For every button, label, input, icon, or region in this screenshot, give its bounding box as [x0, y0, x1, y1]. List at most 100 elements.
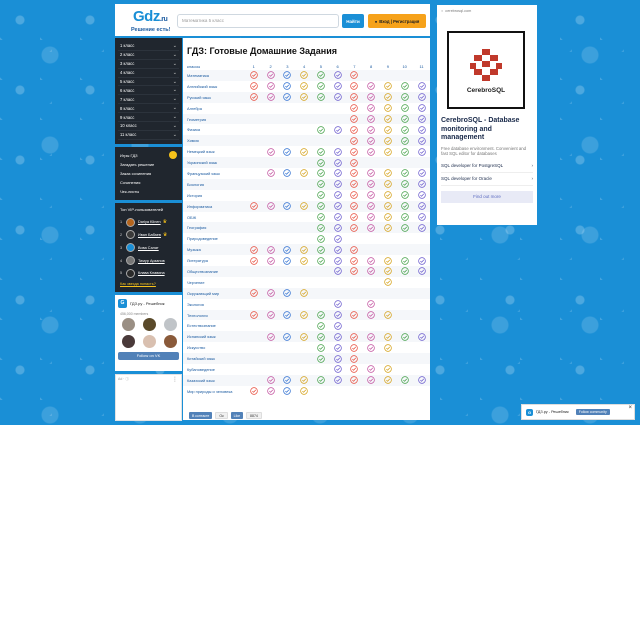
grade-cell[interactable] — [329, 331, 346, 342]
grade-cell[interactable] — [296, 288, 313, 299]
grade-cell[interactable] — [380, 342, 397, 353]
grade-cell[interactable] — [413, 255, 430, 266]
grade-cell[interactable] — [329, 266, 346, 277]
grade-cell[interactable] — [329, 212, 346, 223]
grade-cell[interactable] — [413, 375, 430, 386]
grade-cell[interactable] — [363, 266, 380, 277]
grade-cell[interactable] — [329, 146, 346, 157]
grade-cell[interactable] — [413, 103, 430, 114]
subject-name[interactable]: Литература — [183, 255, 245, 266]
grade-cell[interactable] — [396, 212, 413, 223]
grade-cell[interactable] — [380, 92, 397, 103]
grade-cell[interactable] — [296, 244, 313, 255]
grade-cell[interactable] — [363, 255, 380, 266]
right-ad[interactable]: ○ cerebrosql.com CerebroSQL CerebroSQL -… — [437, 5, 537, 225]
subject-name[interactable]: Обществознание — [183, 266, 245, 277]
sidebar-grade-item[interactable]: 7 класс ⌄ — [118, 95, 179, 105]
grade-cell[interactable] — [346, 222, 363, 233]
grade-cell[interactable] — [396, 92, 413, 103]
grade-cell[interactable] — [312, 146, 329, 157]
subject-name[interactable]: Геометрия — [183, 114, 245, 125]
grade-cell[interactable] — [346, 342, 363, 353]
grade-number-header[interactable]: 1 — [245, 62, 262, 70]
grade-cell[interactable] — [296, 255, 313, 266]
grade-cell[interactable] — [413, 179, 430, 190]
grade-cell[interactable] — [329, 244, 346, 255]
grade-cell[interactable] — [279, 386, 296, 397]
subject-name[interactable]: Испанский язык — [183, 331, 245, 342]
grade-cell[interactable] — [245, 255, 262, 266]
grade-cell[interactable] — [363, 342, 380, 353]
subject-name[interactable]: Черчение — [183, 277, 245, 288]
grade-cell[interactable] — [296, 375, 313, 386]
grade-cell[interactable] — [312, 244, 329, 255]
grade-cell[interactable] — [329, 255, 346, 266]
grade-cell[interactable] — [329, 168, 346, 179]
grade-cell[interactable] — [413, 212, 430, 223]
grade-cell[interactable] — [279, 168, 296, 179]
grade-cell[interactable] — [413, 81, 430, 92]
grade-cell[interactable] — [380, 146, 397, 157]
search-button[interactable]: Найти — [342, 14, 364, 28]
subject-name[interactable]: Технология — [183, 310, 245, 321]
grade-cell[interactable] — [245, 310, 262, 321]
avatar[interactable] — [122, 334, 135, 348]
grade-cell[interactable] — [262, 310, 279, 321]
grade-cell[interactable] — [413, 92, 430, 103]
grade-cell[interactable] — [329, 222, 346, 233]
sidebar-grade-item[interactable]: 6 класс ⌄ — [118, 86, 179, 96]
grade-cell[interactable] — [380, 135, 397, 146]
grade-cell[interactable] — [363, 201, 380, 212]
grade-cell[interactable] — [262, 244, 279, 255]
grade-cell[interactable] — [346, 310, 363, 321]
grade-cell[interactable] — [329, 353, 346, 364]
grade-cell[interactable] — [380, 190, 397, 201]
subject-name[interactable]: История — [183, 190, 245, 201]
ad-link[interactable]: SQL developer for Oracle › — [441, 173, 533, 186]
sidebar-grade-item[interactable]: 2 класс ⌄ — [118, 51, 179, 60]
grade-cell[interactable] — [279, 70, 296, 81]
grade-cell[interactable] — [363, 92, 380, 103]
site-logo[interactable]: Gdz.ru Решение есть! — [119, 6, 179, 34]
subject-name[interactable]: Природоведение — [183, 233, 245, 244]
grade-cell[interactable] — [296, 92, 313, 103]
grade-cell[interactable] — [262, 92, 279, 103]
grade-cell[interactable] — [312, 124, 329, 135]
grade-cell[interactable] — [312, 310, 329, 321]
grade-cell[interactable] — [262, 331, 279, 342]
grade-number-header[interactable]: 8 — [363, 62, 380, 70]
sidebar-grade-item[interactable]: 5 класс ⌄ — [118, 78, 179, 87]
grade-cell[interactable] — [279, 244, 296, 255]
sidebar-grade-item[interactable]: 4 класс ⌄ — [118, 69, 179, 78]
sidebar-extra-item[interactable]: Чек-листы — [118, 187, 179, 196]
sidebar-extra-item[interactable]: Игры ГДЗ — [118, 151, 179, 160]
subject-name[interactable]: Мир природы и человека — [183, 386, 245, 397]
grade-cell[interactable] — [363, 375, 380, 386]
grade-cell[interactable] — [279, 288, 296, 299]
grade-cell[interactable] — [380, 114, 397, 125]
grade-cell[interactable] — [380, 103, 397, 114]
grade-cell[interactable] — [363, 299, 380, 310]
subject-name[interactable]: Казахский язык — [183, 375, 245, 386]
grade-cell[interactable] — [380, 331, 397, 342]
grade-number-header[interactable]: 2 — [262, 62, 279, 70]
grade-cell[interactable] — [380, 81, 397, 92]
grade-cell[interactable] — [346, 92, 363, 103]
grade-cell[interactable] — [296, 146, 313, 157]
grade-cell[interactable] — [380, 168, 397, 179]
grade-cell[interactable] — [346, 201, 363, 212]
grade-cell[interactable] — [346, 244, 363, 255]
grade-cell[interactable] — [296, 168, 313, 179]
grade-cell[interactable] — [363, 114, 380, 125]
grade-cell[interactable] — [380, 375, 397, 386]
grade-cell[interactable] — [380, 310, 397, 321]
subject-name[interactable]: География — [183, 222, 245, 233]
grade-cell[interactable] — [262, 375, 279, 386]
sidebar-grade-item[interactable]: 8 класс ⌄ — [118, 104, 179, 114]
grade-cell[interactable] — [329, 233, 346, 244]
grade-cell[interactable] — [363, 310, 380, 321]
grade-cell[interactable] — [262, 146, 279, 157]
grade-cell[interactable] — [279, 375, 296, 386]
grade-cell[interactable] — [346, 375, 363, 386]
grade-cell[interactable] — [396, 179, 413, 190]
